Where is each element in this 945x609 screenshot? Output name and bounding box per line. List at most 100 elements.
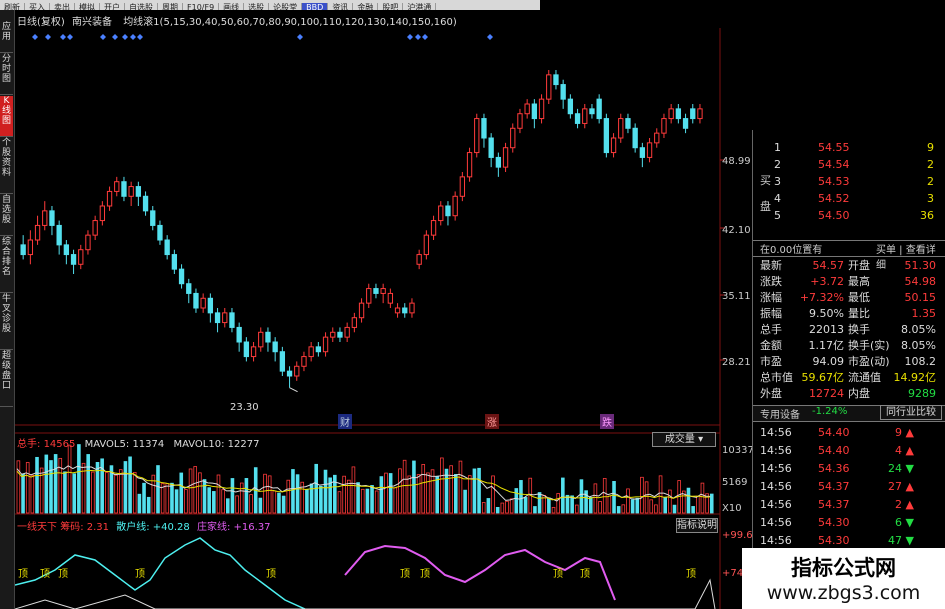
- tick-row[interactable]: 14:56 54.36 24 ▼: [758, 460, 940, 477]
- toolbar-item[interactable]: 买入: [25, 3, 50, 10]
- tick-volume: 47: [888, 534, 902, 547]
- candle-body: [668, 108, 674, 120]
- tick-row[interactable]: 14:56 54.30 47 ▼: [758, 532, 940, 549]
- volume-bar: [621, 504, 626, 514]
- industry-compare-button[interactable]: 同行业比较: [880, 405, 942, 420]
- quote-label: 涨幅: [760, 291, 782, 304]
- candle-body: [157, 224, 163, 241]
- sidebar-tab[interactable]: 自选股: [0, 195, 13, 236]
- volume-bar: [170, 482, 174, 514]
- toolbar-item[interactable]: 沪港通: [403, 3, 437, 10]
- toolbar-item[interactable]: 论股堂: [269, 3, 303, 10]
- signal-label: 顶: [553, 569, 563, 580]
- toolbar-item[interactable]: 周期: [158, 3, 183, 10]
- sidebar-tab[interactable]: 牛叉诊股: [0, 294, 13, 350]
- candle-body: [366, 288, 372, 304]
- order-book-row[interactable]: 3 54.53 2: [758, 173, 940, 190]
- event-marker-fall[interactable]: 跌: [600, 414, 614, 429]
- candle-body: [315, 346, 322, 353]
- volume-indicator-dropdown[interactable]: 成交量 ▾: [652, 432, 716, 447]
- order-price: 54.55: [818, 141, 850, 154]
- sidebar-tab[interactable]: 分时图: [0, 54, 13, 95]
- tick-row[interactable]: 14:56 54.37 27 ▲: [758, 478, 940, 495]
- signal-label: 顶: [135, 569, 145, 580]
- toolbar-item[interactable]: 资讯: [328, 3, 354, 10]
- indicator-explain-button[interactable]: 指标说明: [676, 518, 718, 533]
- toolbar-item[interactable]: 金融: [353, 3, 379, 10]
- order-book-row[interactable]: 4 54.52 3: [758, 190, 940, 207]
- volume-bar: [212, 491, 216, 514]
- toolbar-item[interactable]: 股吧: [378, 3, 404, 10]
- candle-body: [70, 254, 77, 265]
- toolbar-item[interactable]: F10/F9: [183, 3, 220, 10]
- event-marker-finance[interactable]: 财: [338, 414, 352, 429]
- event-marker-rise[interactable]: 涨: [485, 414, 499, 429]
- toolbar-item[interactable]: 开户: [100, 3, 125, 10]
- volume-bar: [295, 474, 300, 514]
- candle-body: [438, 205, 444, 222]
- candle-body: [682, 118, 689, 129]
- volume-bar: [640, 476, 644, 514]
- toolbar-item[interactable]: BBD: [302, 3, 329, 10]
- tick-price: 54.36: [818, 462, 850, 475]
- sidebar-tab[interactable]: 个股资料: [0, 138, 13, 194]
- quote-value: 8.05%: [901, 339, 936, 352]
- candle-body: [610, 137, 617, 154]
- volume-bar: [686, 487, 691, 514]
- candle-body: [474, 118, 480, 154]
- candle-body: [452, 195, 458, 217]
- order-book-row[interactable]: 2 54.54 2: [758, 156, 940, 173]
- volume-bar: [458, 460, 463, 514]
- volume-bar: [105, 472, 109, 514]
- volume-bar: [579, 479, 584, 514]
- candle-body: [135, 186, 142, 197]
- candle-body: [574, 113, 581, 124]
- toolbar-item[interactable]: 模拟: [75, 3, 100, 10]
- tick-time: 14:56: [760, 516, 792, 529]
- toolbar-item[interactable]: 刷新: [0, 3, 25, 10]
- toolbar-item[interactable]: 卖出: [50, 3, 75, 10]
- volume-bar: [137, 493, 142, 514]
- industry-label[interactable]: 专用设备: [760, 406, 800, 421]
- volume-bar: [561, 477, 565, 514]
- toolbar-item[interactable]: 选股: [244, 3, 270, 10]
- order-book-row[interactable]: 5 54.50 36: [758, 207, 940, 224]
- candle-body: [92, 220, 98, 236]
- sidebar-tab[interactable]: 应用: [0, 22, 13, 53]
- quote-row: 涨跌 +3.72 最高 54.98: [758, 273, 940, 290]
- toolbar-item[interactable]: 画线: [219, 3, 245, 10]
- volume-bar: [360, 488, 365, 514]
- volume-bar: [602, 478, 607, 514]
- quote-row: 外盘 12724 内盘 9289: [758, 385, 940, 402]
- sidebar-tab[interactable]: 超级盘口: [0, 351, 13, 407]
- tick-time: 14:56: [760, 498, 792, 511]
- candle-body: [279, 351, 286, 372]
- volume-bar: [616, 506, 621, 514]
- candle-body: [171, 254, 178, 270]
- order-book-row[interactable]: 1 54.55 9: [758, 139, 940, 156]
- volume-bar: [398, 468, 402, 514]
- tick-row[interactable]: 14:56 54.40 9 ▲: [758, 424, 940, 441]
- sidebar-tab[interactable]: K线图: [0, 96, 13, 137]
- order-volume: 2: [927, 158, 934, 171]
- sidebar-tab[interactable]: 综合排名: [0, 237, 13, 293]
- tick-row[interactable]: 14:56 54.37 2 ▲: [758, 496, 940, 513]
- volume-bar: [337, 491, 342, 514]
- candle-body: [560, 84, 566, 100]
- volume-bar: [333, 474, 337, 514]
- volume-bar: [626, 488, 630, 514]
- period-label[interactable]: 日线(复权): [17, 17, 65, 28]
- candle-body: [495, 156, 502, 168]
- volume-bar: [58, 457, 63, 514]
- volume-bar: [370, 485, 374, 514]
- tick-row[interactable]: 14:56 54.40 4 ▲: [758, 442, 940, 459]
- signal-label: 顶: [58, 569, 68, 580]
- tick-row[interactable]: 14:56 54.30 6 ▼: [758, 514, 940, 531]
- candle-body: [481, 118, 487, 139]
- volume-bar: [198, 472, 202, 514]
- volume-bar: [72, 473, 77, 514]
- chips-value: 2.31: [86, 522, 110, 533]
- volume-bar: [323, 469, 328, 514]
- toolbar-item[interactable]: 自选股: [125, 3, 158, 10]
- price-tick-2: 42.10: [722, 225, 751, 236]
